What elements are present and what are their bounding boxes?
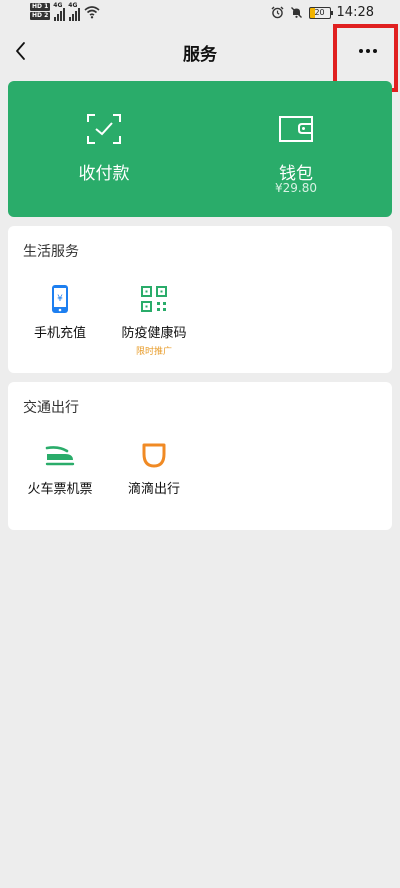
svg-text:¥: ¥ [57,294,63,304]
mute-bell-icon [290,7,302,18]
train-flight-tickets-label: 火车票机票 [27,482,93,497]
didi-button[interactable]: 滴滴出行 [108,440,200,497]
didi-icon [142,443,166,468]
alarm-icon [271,6,284,19]
signal-icon-2: 4G [68,2,81,21]
phone-recharge-icon: ¥ [52,285,68,313]
pay-card: 收付款 钱包 ¥29.80 [8,81,392,217]
phone-recharge-label: 手机充值 [33,326,86,341]
travel-section: 交通出行 火车票机票 滴滴出行 [8,382,392,530]
wifi-icon [84,6,100,19]
collect-pay-label: 收付款 [78,164,130,184]
life-services-section: 生活服务 ¥ 手机充值 防疫健康码 限时推广 [8,226,392,373]
phone-recharge-button[interactable]: ¥ 手机充值 [14,284,106,341]
status-left: HD 1 HD 2 4G 4G [30,2,100,21]
didi-label: 滴滴出行 [127,482,180,497]
network-type-1: 4G [53,2,63,9]
network-type-2: 4G [68,2,78,9]
train-flight-tickets-button[interactable]: 火车票机票 [14,440,106,497]
hd-badge-2: HD 2 [30,12,51,20]
battery-icon: 20 [308,6,333,19]
collect-pay-button[interactable]: 收付款 [8,81,200,217]
wallet-icon [279,116,313,142]
health-code-label: 防疫健康码 [121,326,187,341]
promo-badge: 限时推广 [135,347,172,357]
sim-indicators: HD 1 HD 2 [30,3,51,20]
train-icon [45,446,75,466]
health-code-button[interactable]: 防疫健康码 限时推广 [108,284,200,357]
signal-icon-1: 4G [53,2,66,21]
scan-check-icon [87,114,121,144]
hd-badge-1: HD 1 [30,3,51,11]
travel-title: 交通出行 [23,400,79,416]
status-right: 20 14:28 [271,5,374,20]
qr-code-icon [141,286,167,312]
life-services-title: 生活服务 [23,244,79,260]
wallet-button[interactable]: 钱包 ¥29.80 [200,81,392,217]
clock: 14:28 [336,5,374,20]
wallet-balance: ¥29.80 [275,181,317,195]
